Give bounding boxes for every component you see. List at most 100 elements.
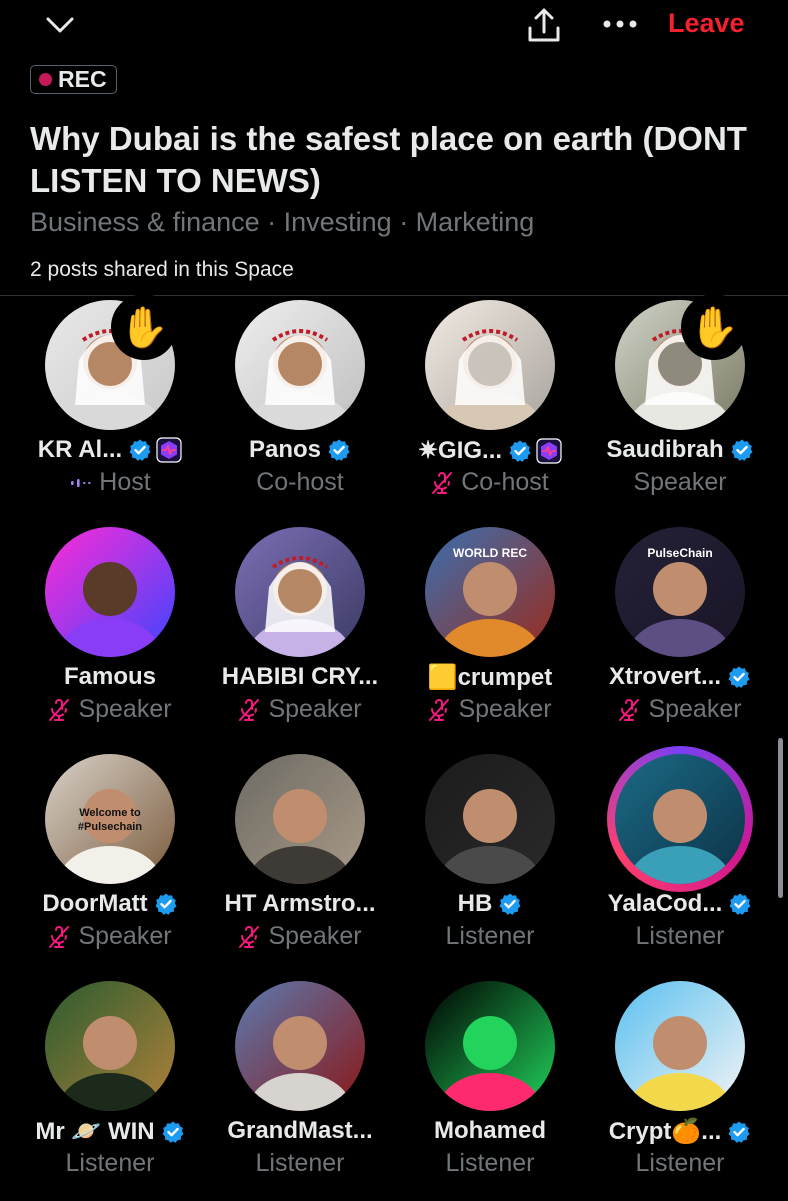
mic-off-icon <box>429 698 450 721</box>
verified-badge-icon <box>328 439 350 461</box>
raised-hand-icon: ✋ <box>111 294 177 360</box>
posts-shared-link[interactable]: 2 posts shared in this Space <box>30 258 294 282</box>
participant-card[interactable]: ✋ Saudibrah Speaker <box>585 294 775 520</box>
recording-badge: REC <box>30 65 117 94</box>
avatar[interactable] <box>45 981 175 1111</box>
avatar-image <box>45 981 175 1111</box>
participant-role: Co-host <box>461 468 549 496</box>
participant-card[interactable]: Mohamed Listener <box>395 981 585 1201</box>
avatar[interactable] <box>45 527 175 657</box>
raised-hand-icon: ✋ <box>681 294 747 360</box>
participant-role-row: Co-host <box>205 468 395 497</box>
avatar[interactable]: PulseChain <box>615 527 745 657</box>
participant-name-row: Mohamed <box>395 1117 585 1145</box>
participant-name: HB <box>457 890 493 917</box>
avatar[interactable]: WORLD REC <box>425 527 555 657</box>
participant-name-row: GrandMast... <box>205 1117 395 1145</box>
space-title: Why Dubai is the safest place on earth (… <box>30 120 747 199</box>
participant-role: Co-host <box>256 468 344 496</box>
verified-badge-icon <box>728 1121 750 1143</box>
participant-card[interactable]: HABIBI CRY... Speaker <box>205 527 395 747</box>
space-topics[interactable]: Business & finance · Investing · Marketi… <box>30 207 534 238</box>
participant-name-row: Panos <box>205 436 395 464</box>
participant-name-row: YalaCod... <box>585 890 775 918</box>
pulsechain-badge-icon <box>156 437 182 463</box>
participant-name: HT Armstro... <box>224 890 376 917</box>
avatar[interactable] <box>235 527 365 657</box>
participant-card[interactable]: YalaCod... Listener <box>585 746 775 974</box>
avatar[interactable] <box>235 300 365 430</box>
avatar[interactable] <box>615 981 745 1111</box>
more-icon[interactable] <box>600 14 640 34</box>
participant-card[interactable]: Famous Speaker <box>15 527 205 747</box>
participant-card[interactable]: GrandMast... Listener <box>205 981 395 1201</box>
participant-card[interactable]: Mr 🪐 WIN Listener <box>15 981 205 1201</box>
avatar-image <box>425 300 555 430</box>
participant-name: ✷GIG... <box>417 437 503 464</box>
participant-role: Speaker <box>78 695 172 723</box>
verified-badge-icon <box>129 439 151 461</box>
participant-name: Panos <box>248 436 322 463</box>
avatar[interactable]: Welcome to #Pulsechain <box>45 754 175 884</box>
verified-badge-icon <box>162 1121 184 1143</box>
participant-name-row: Xtrovert... <box>585 663 775 691</box>
participant-role-row: Co-host <box>395 468 585 497</box>
avatar-text: Welcome to <box>79 807 141 819</box>
participant-card[interactable]: Panos Co-host <box>205 300 395 520</box>
participant-role-row: Listener <box>585 922 775 951</box>
participant-role: Speaker <box>78 922 172 950</box>
share-icon[interactable] <box>524 6 564 46</box>
participant-name: GrandMast... <box>227 1117 373 1144</box>
mic-off-icon <box>49 925 70 948</box>
participant-card[interactable]: ✋ KR Al... Host <box>15 294 205 520</box>
pulsechain-badge-icon <box>536 437 562 464</box>
participant-name-row: 🟨crumpet <box>395 663 585 692</box>
participant-name: Famous <box>63 663 156 690</box>
participant-role-row: Listener <box>205 1149 395 1178</box>
participant-name-row: Mr 🪐 WIN <box>15 1117 205 1146</box>
participant-card[interactable]: Crypt🍊... Listener <box>585 981 775 1201</box>
leave-button[interactable]: Leave <box>668 8 745 39</box>
avatar[interactable] <box>425 981 555 1111</box>
avatar[interactable] <box>615 754 745 884</box>
participant-role: Speaker <box>458 695 552 723</box>
chevron-down-icon[interactable] <box>44 12 76 40</box>
participant-card[interactable]: PulseChain Xtrovert... Speaker <box>585 527 775 747</box>
avatar-image <box>235 300 365 430</box>
participant-role-row: Listener <box>395 1149 585 1178</box>
participant-card[interactable]: ✷GIG... Co-host <box>395 300 585 520</box>
avatar[interactable] <box>425 754 555 884</box>
verified-badge-icon <box>729 893 751 915</box>
avatar-image <box>425 754 555 884</box>
verified-badge-icon <box>155 893 177 915</box>
participant-role: Speaker <box>648 695 742 723</box>
avatar-text: #Pulsechain <box>78 821 142 833</box>
participant-name: KR Al... <box>37 436 123 463</box>
avatar[interactable] <box>235 981 365 1111</box>
participant-card[interactable]: Welcome to #Pulsechain DoorMatt Speaker <box>15 754 205 974</box>
scrollbar[interactable] <box>778 738 783 898</box>
participant-role-row: Listener <box>15 1149 205 1178</box>
participant-name-row: HB <box>395 890 585 918</box>
participant-name: 🟨crumpet <box>427 664 553 691</box>
participant-role: Listener <box>635 1149 725 1177</box>
top-bar: Leave <box>0 0 788 56</box>
verified-badge-icon <box>509 440 531 462</box>
participant-name: DoorMatt <box>42 890 148 917</box>
participant-card[interactable]: WORLD REC 🟨crumpet Speaker <box>395 527 585 747</box>
participant-name: Saudibrah <box>606 436 724 463</box>
avatar-image <box>235 754 365 884</box>
mic-off-icon <box>619 698 640 721</box>
participant-role-row: Speaker <box>15 695 205 724</box>
avatar[interactable] <box>425 300 555 430</box>
participant-name-row: Crypt🍊... <box>585 1117 775 1146</box>
avatar-image <box>45 527 175 657</box>
participant-role: Listener <box>635 922 725 950</box>
participant-name: Mr 🪐 WIN <box>35 1118 155 1145</box>
avatar[interactable] <box>235 754 365 884</box>
participant-name-row: HABIBI CRY... <box>205 663 395 691</box>
avatar-image: Welcome to #Pulsechain <box>45 754 175 884</box>
avatar-image <box>615 754 745 884</box>
participant-card[interactable]: HB Listener <box>395 754 585 974</box>
participant-card[interactable]: HT Armstro... Speaker <box>205 754 395 974</box>
